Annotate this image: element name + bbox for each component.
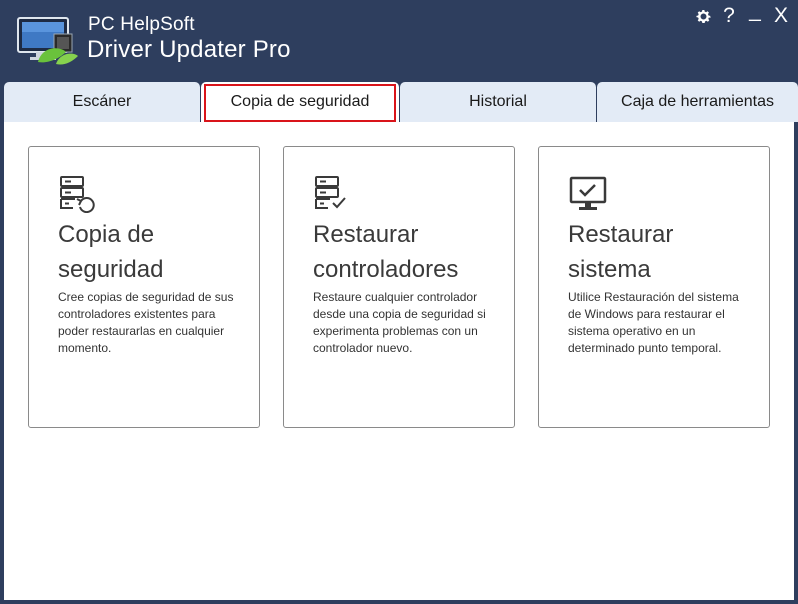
card-title-line: Restaurar [568,221,674,248]
app-title: Driver Updater Pro [87,36,291,63]
title-bar: PC HelpSoft Driver Updater Pro ? _ X [0,0,798,80]
tab-copia-de-seguridad[interactable]: Copia de seguridad [201,82,399,122]
card-title-line: controladores [313,256,459,283]
settings-button[interactable] [694,4,712,28]
card-title: Restaurar controladores [313,217,503,287]
card-description: Utilice Restauración del sistema de Wind… [568,290,739,355]
tab-bar: Escáner Copia de seguridad Historial Caj… [4,82,798,122]
card-title-line: seguridad [58,256,164,283]
brand-company: PC HelpSoft [88,14,195,35]
tab-label: Escáner [72,93,132,110]
tab-label: Copia de seguridad [230,93,370,110]
card-title: Restaurar sistema [568,217,758,287]
backup-card[interactable]: Copia de seguridad Cree copias de seguri… [28,146,260,428]
monitor-check-icon [567,175,609,213]
close-button[interactable]: X [772,4,790,28]
restore-drivers-card[interactable]: Restaurar controladores Restaure cualqui… [283,146,515,428]
app-logo-icon [16,16,80,66]
minimize-button[interactable]: _ [746,0,764,28]
card-title-line: sistema [568,256,651,283]
restore-drivers-icon [312,175,354,213]
backup-panel: Copia de seguridad Cree copias de seguri… [4,122,794,600]
tab-escaner[interactable]: Escáner [4,82,200,122]
tab-caja-de-herramientas[interactable]: Caja de herramientas [597,82,798,122]
card-title-line: Restaurar [313,221,419,248]
tab-label: Caja de herramientas [621,93,774,110]
app-window: PC HelpSoft Driver Updater Pro ? _ X Esc… [0,0,798,604]
card-title: Copia de seguridad [58,217,248,287]
help-button[interactable]: ? [720,4,738,28]
card-description: Restaure cualquier controlador desde una… [313,290,486,355]
tab-historial[interactable]: Historial [400,82,596,122]
window-controls: ? _ X [694,0,790,28]
card-title-line: Copia de [58,221,155,248]
gear-icon [695,9,711,23]
backup-server-icon [57,175,99,214]
card-description: Cree copias de seguridad de sus controla… [58,290,234,355]
tab-label: Historial [469,93,527,110]
restore-system-card[interactable]: Restaurar sistema Utilice Restauración d… [538,146,770,428]
